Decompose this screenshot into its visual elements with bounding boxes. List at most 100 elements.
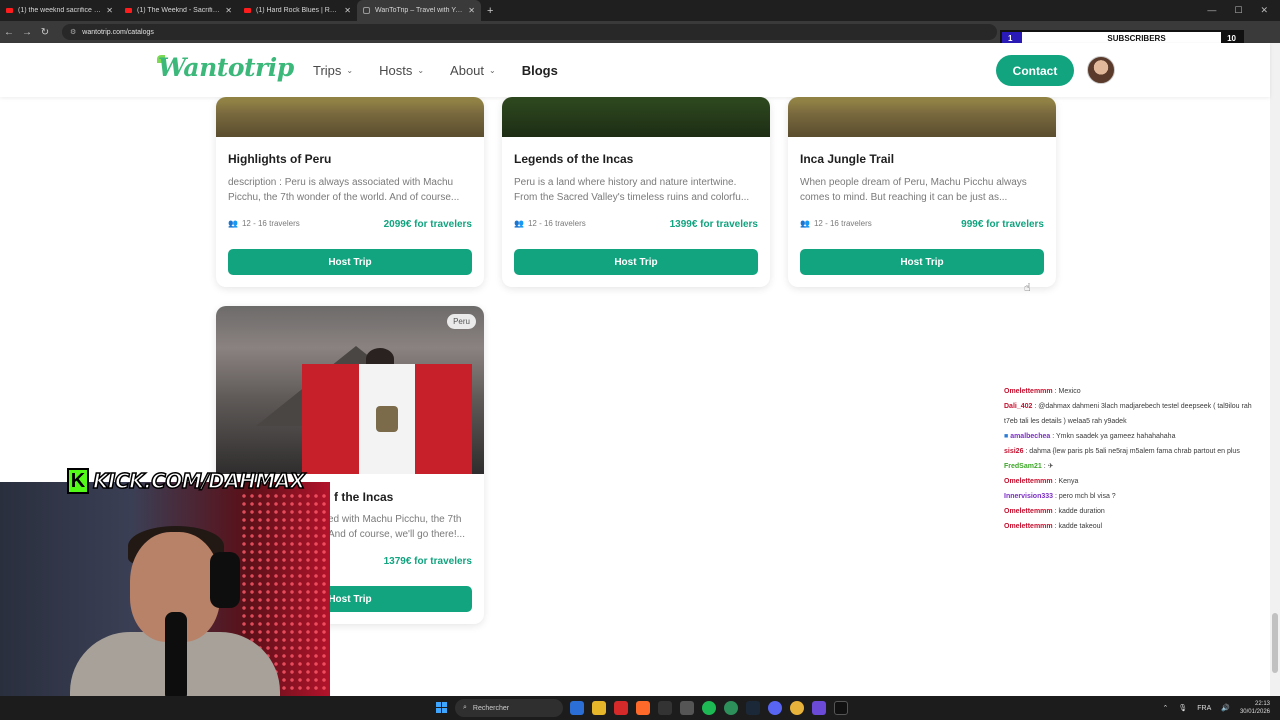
trip-image [788, 97, 1056, 137]
chat-username: Omelettemmm [1004, 508, 1053, 515]
browser-tab[interactable]: (1) Hard Rock Blues | Raw R ✕ [238, 0, 357, 21]
chat-message: FredSam21 : ✈ [1004, 459, 1254, 474]
tab-title: (1) The Weeknd - Sacrifice - Yo [137, 7, 220, 14]
chat-username: Dali_402 [1004, 403, 1033, 410]
chrome-icon[interactable] [790, 701, 804, 715]
close-icon[interactable]: ✕ [225, 6, 232, 15]
scrollbar-thumb[interactable] [1272, 613, 1278, 673]
chat-text: : kadde takeoul [1054, 523, 1103, 530]
trip-image: Peru [216, 306, 484, 474]
kick-url: KICK.COM/DAHMAX [92, 468, 306, 494]
site-logo[interactable]: Wantotrip [158, 53, 294, 82]
peru-flag-image [302, 364, 473, 474]
chat-message: Omelettemmm : kadde takeoul [1004, 519, 1254, 534]
host-trip-button[interactable]: Host Trip [228, 249, 472, 275]
file-explorer-icon[interactable] [592, 701, 606, 715]
clock[interactable]: 22:13 30/01/2026 [1240, 700, 1270, 716]
host-trip-button[interactable]: Host Trip [514, 249, 758, 275]
windows-taskbar: ⌕ Rechercher ⌃ 🎙 FRA 🔊 22:13 30/01/2026 [0, 696, 1280, 720]
people-icon: 👥 [800, 219, 810, 228]
search-icon: ⌕ [463, 704, 467, 711]
chat-message: Dali_402 : @dahmax dahmeni 3lach madjare… [1004, 399, 1254, 429]
main-nav: Trips ⌄ Hosts ⌄ About ⌄ Blogs [313, 63, 558, 78]
app-icon[interactable] [834, 701, 848, 715]
app-icon[interactable] [658, 701, 672, 715]
close-icon[interactable]: ✕ [106, 6, 113, 15]
kick-logo-icon: K [67, 468, 89, 494]
microphone-icon[interactable]: 🎙 [1178, 704, 1187, 712]
app-icon[interactable] [724, 701, 738, 715]
new-tab-button[interactable]: + [481, 5, 499, 17]
close-icon[interactable]: ✕ [344, 6, 351, 15]
chat-message: Innervision333 : pero mch bl visa ? [1004, 489, 1254, 504]
country-badge: Peru [447, 314, 476, 329]
page-scrollbar[interactable] [1270, 43, 1280, 696]
url-bar[interactable]: ⚙ wantotrip.com/catalogs [62, 24, 997, 40]
page-icon [363, 7, 370, 14]
trip-travelers: 👥 12 - 16 travelers [514, 219, 586, 228]
browser-tab[interactable]: (1) The Weeknd - Sacrifice - Yo ✕ [119, 0, 238, 21]
trip-travelers: 👥 12 - 16 travelers [800, 219, 872, 228]
site-header: Wantotrip Trips ⌄ Hosts ⌄ About ⌄ Blogs Con… [0, 43, 1270, 97]
volume-icon[interactable]: 🔊 [1221, 704, 1230, 712]
stream-chat-overlay: Omelettemmm : Mexico Dali_402 : @dahmax … [1004, 384, 1254, 534]
contact-button[interactable]: Contact [996, 55, 1074, 86]
headset-shape [210, 552, 240, 608]
discord-icon[interactable] [768, 701, 782, 715]
taskbar-search[interactable]: ⌕ Rechercher [455, 699, 563, 717]
avatar[interactable] [1087, 56, 1115, 84]
trip-title[interactable]: Highlights of Peru [228, 152, 331, 166]
copilot-icon[interactable] [570, 701, 584, 715]
chat-message: Omelettemmm : Kenya [1004, 474, 1254, 489]
trip-description: Peru is a land where history and nature … [514, 177, 750, 203]
spotify-icon[interactable] [702, 701, 716, 715]
chat-username: FredSam21 [1004, 463, 1042, 470]
site-info-icon[interactable]: ⚙ [70, 28, 76, 36]
windows-start-icon[interactable] [436, 702, 447, 713]
app-icon[interactable] [614, 701, 628, 715]
browser-tab-active[interactable]: WanToTrip – Travel with Your F ✕ [357, 0, 481, 21]
nav-item-blogs[interactable]: Blogs [522, 63, 558, 78]
reload-icon[interactable]: ↻ [36, 27, 54, 38]
trip-title[interactable]: Legends of the Incas [514, 152, 633, 166]
trip-price: 1399€ for travelers [669, 219, 758, 230]
trip-title[interactable]: f the Incas [334, 490, 393, 504]
chat-username: sisi26 [1004, 448, 1024, 455]
host-trip-button[interactable]: Host Trip [800, 249, 1044, 275]
chat-text: : pero mch bl visa ? [1054, 493, 1116, 500]
microphone-shape [165, 612, 187, 696]
close-icon[interactable]: ✕ [468, 6, 475, 15]
chat-username: Omelettemmm [1004, 388, 1053, 395]
system-tray: ⌃ 🎙 FRA 🔊 22:13 30/01/2026 [1162, 700, 1270, 716]
chat-text: : @dahmax dahmeni 3lach madjarebech test… [1004, 403, 1252, 425]
app-icon[interactable] [636, 701, 650, 715]
chevron-up-icon[interactable]: ⌃ [1162, 704, 1168, 712]
chat-message: ■ amalbechea : Ymkn saadek ya gameez hah… [1004, 429, 1254, 444]
webcam-overlay [0, 482, 330, 696]
forward-icon[interactable]: → [18, 27, 36, 38]
language-indicator[interactable]: FRA [1197, 705, 1211, 712]
steam-icon[interactable] [746, 701, 760, 715]
window-controls: — ☐ ✕ [1207, 5, 1280, 16]
nav-item-hosts[interactable]: Hosts ⌄ [379, 63, 424, 78]
nav-label: Hosts [379, 63, 413, 78]
travelers-text: 12 - 16 travelers [813, 219, 872, 228]
youtube-icon [6, 8, 13, 13]
youtube-icon [244, 8, 251, 13]
app-icon[interactable] [680, 701, 694, 715]
nav-item-about[interactable]: About ⌄ [450, 63, 496, 78]
app-icon[interactable] [812, 701, 826, 715]
close-window-icon[interactable]: ✕ [1260, 5, 1268, 16]
trip-image [502, 97, 770, 137]
trip-price: 2099€ for travelers [383, 219, 472, 230]
people-icon: 👥 [228, 219, 238, 228]
chat-message: Omelettemmm : kadde duration [1004, 504, 1254, 519]
back-icon[interactable]: ← [0, 27, 18, 38]
chat-text: : Ymkn saadek ya gameez hahahahaha [1052, 433, 1176, 440]
minimize-icon[interactable]: — [1207, 5, 1216, 16]
browser-tab[interactable]: (1) the weeknd sacrifice - YouTu ✕ [0, 0, 119, 21]
nav-item-trips[interactable]: Trips ⌄ [313, 63, 353, 78]
maximize-icon[interactable]: ☐ [1234, 5, 1242, 16]
tab-title: (1) Hard Rock Blues | Raw R [256, 7, 340, 14]
trip-title[interactable]: Inca Jungle Trail [800, 152, 894, 166]
